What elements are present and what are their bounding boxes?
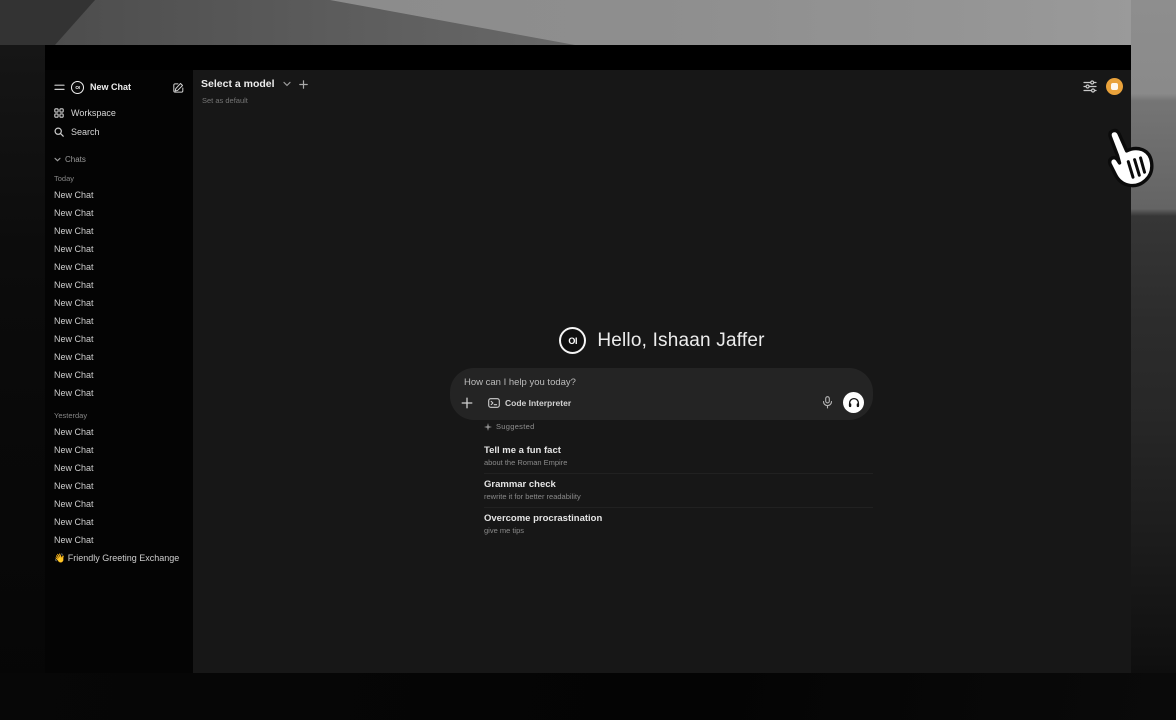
- chat-list-item[interactable]: New Chat: [45, 258, 193, 276]
- desktop-background-top: [0, 0, 1176, 45]
- window-top-bar: [45, 45, 1131, 70]
- chats-section-toggle[interactable]: Chats: [45, 153, 193, 165]
- code-interpreter-label: Code Interpreter: [505, 398, 571, 408]
- suggested-item-subtitle: give me tips: [484, 526, 873, 535]
- suggested-label: Suggested: [496, 422, 535, 431]
- chat-list-item[interactable]: New Chat: [45, 330, 193, 348]
- suggested-list: Tell me a fun fact about the Roman Empire…: [484, 440, 873, 541]
- sidebar-nav: Workspace Search: [45, 103, 193, 141]
- background-shape: [0, 0, 600, 45]
- sidebar-title: New Chat: [90, 82, 167, 92]
- chat-list-item[interactable]: New Chat: [45, 240, 193, 258]
- new-chat-icon[interactable]: [173, 82, 184, 93]
- chat-list-item[interactable]: New Chat: [45, 423, 193, 441]
- suggested-item[interactable]: Grammar check rewrite it for better reada…: [484, 473, 873, 507]
- chat-groups: TodayNew ChatNew ChatNew ChatNew ChatNew…: [45, 174, 193, 549]
- chat-list-item[interactable]: New Chat: [45, 348, 193, 366]
- app-logo-large: OI: [559, 327, 586, 354]
- suggested-section: Suggested Tell me a fun fact about the Ro…: [484, 422, 873, 541]
- terminal-icon: [488, 398, 500, 408]
- model-selector[interactable]: Select a model: [201, 78, 308, 90]
- chat-list-item[interactable]: New Chat: [45, 222, 193, 240]
- main-area: Select a model Set as default: [193, 70, 1131, 673]
- chat-list-item[interactable]: New Chat: [45, 441, 193, 459]
- header-controls: [1083, 78, 1123, 95]
- set-default-link[interactable]: Set as default: [202, 96, 248, 105]
- suggested-item-subtitle: rewrite it for better readability: [484, 492, 873, 501]
- sidebar-header: OI New Chat: [45, 78, 193, 96]
- chevron-down-icon: [283, 81, 291, 87]
- sidebar-item-workspace[interactable]: Workspace: [45, 103, 193, 122]
- headphones-icon: [848, 397, 860, 408]
- chat-list-item-named[interactable]: 👋 Friendly Greeting Exchange: [45, 549, 193, 567]
- chat-list-item[interactable]: New Chat: [45, 495, 193, 513]
- chat-list-item[interactable]: New Chat: [45, 294, 193, 312]
- chat-list-item[interactable]: New Chat: [45, 312, 193, 330]
- suggested-item[interactable]: Tell me a fun fact about the Roman Empire: [484, 440, 873, 473]
- chat-list-item[interactable]: New Chat: [45, 477, 193, 495]
- app-window: OI New Chat Workspace: [45, 45, 1131, 673]
- app-logo-text: OI: [568, 336, 577, 346]
- add-model-icon[interactable]: [299, 80, 308, 89]
- search-icon: [54, 127, 64, 137]
- suggested-item-title: Overcome procrastination: [484, 513, 873, 524]
- composer-placeholder: How can I help you today?: [464, 377, 576, 388]
- sidebar-item-label: Search: [71, 127, 100, 137]
- suggested-item-title: Grammar check: [484, 479, 873, 490]
- desktop-background-bottom: [0, 673, 1176, 720]
- user-avatar[interactable]: [1106, 78, 1123, 95]
- avatar-glyph: [1111, 83, 1118, 90]
- greeting-text: Hello, Ishaan Jaffer: [597, 330, 764, 352]
- chat-list-item[interactable]: New Chat: [45, 531, 193, 549]
- chat-list-item[interactable]: New Chat: [45, 276, 193, 294]
- app-logo: OI: [71, 81, 84, 94]
- suggested-item[interactable]: Overcome procrastination give me tips: [484, 507, 873, 541]
- greeting: OI Hello, Ishaan Jaffer: [193, 327, 1131, 354]
- voice-call-button[interactable]: [843, 392, 864, 413]
- model-selector-label: Select a model: [201, 78, 275, 90]
- chat-list-item[interactable]: New Chat: [45, 513, 193, 531]
- sidebar-item-search[interactable]: Search: [45, 122, 193, 141]
- chats-section-label: Chats: [65, 155, 86, 164]
- chevron-down-icon: [54, 157, 61, 162]
- workspace-icon: [54, 108, 64, 118]
- chat-list-item[interactable]: New Chat: [45, 204, 193, 222]
- suggested-item-title: Tell me a fun fact: [484, 445, 873, 456]
- sparkle-icon: [484, 423, 492, 431]
- sliders-icon[interactable]: [1083, 80, 1097, 93]
- sidebar-toggle-icon[interactable]: [54, 83, 65, 92]
- message-composer[interactable]: How can I help you today? Code Interpret…: [450, 368, 873, 420]
- suggested-header: Suggested: [484, 422, 873, 431]
- desktop-background-right: [1131, 0, 1176, 720]
- chat-list-item[interactable]: New Chat: [45, 459, 193, 477]
- attach-plus-icon[interactable]: [461, 397, 473, 409]
- mic-icon[interactable]: [822, 396, 833, 409]
- chat-list-item[interactable]: New Chat: [45, 366, 193, 384]
- chat-group-label: Today: [45, 174, 193, 183]
- suggested-item-subtitle: about the Roman Empire: [484, 458, 873, 467]
- sidebar-item-label: Workspace: [71, 108, 116, 118]
- chat-list-item[interactable]: New Chat: [45, 186, 193, 204]
- desktop-background-left: [0, 45, 45, 720]
- chat-list-item[interactable]: New Chat: [45, 384, 193, 402]
- screen: OI New Chat Workspace: [0, 0, 1176, 720]
- chat-group-label: Yesterday: [45, 411, 193, 420]
- composer-toolbar: Code Interpreter: [461, 392, 864, 413]
- code-interpreter-toggle[interactable]: Code Interpreter: [488, 398, 571, 408]
- app-logo-text: OI: [75, 85, 79, 90]
- sidebar: OI New Chat Workspace: [45, 70, 193, 673]
